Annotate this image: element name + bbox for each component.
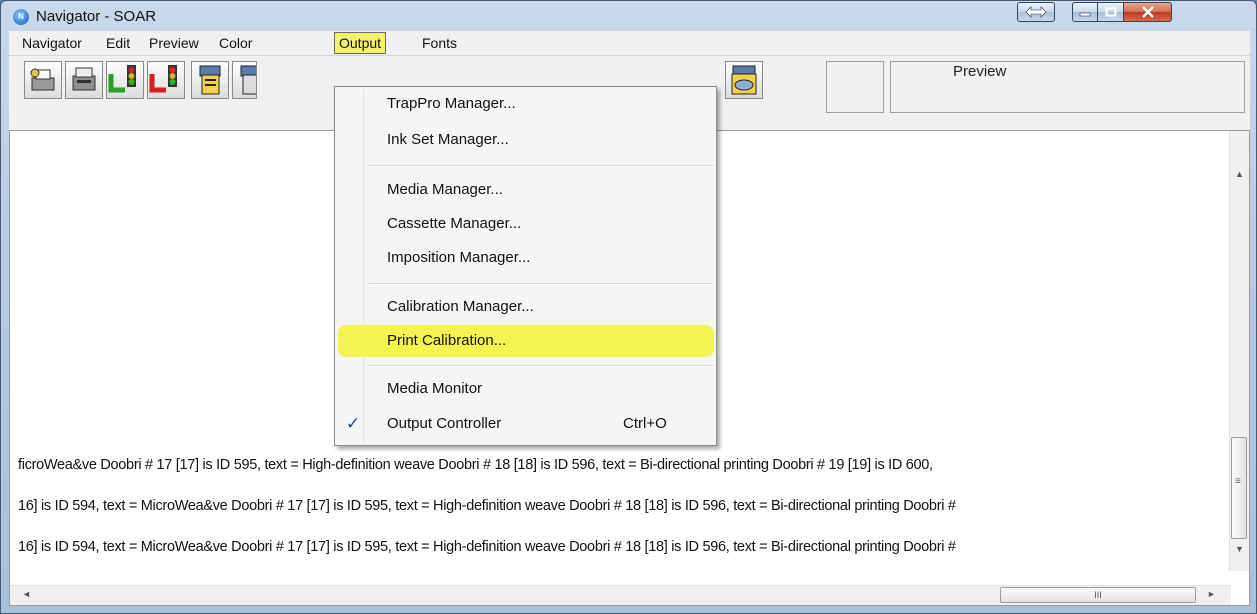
scroll-left-arrow-icon[interactable]: ◄ (22, 589, 31, 599)
menu-preview[interactable]: Preview (146, 34, 202, 52)
maximize-button[interactable] (1098, 2, 1124, 22)
menu-edit[interactable]: Edit (103, 34, 133, 52)
log-line: 16] is ID 594, text = MicroWea&ve Doobri… (18, 539, 956, 555)
app-icon[interactable]: N (13, 9, 29, 25)
scroll-down-arrow-icon[interactable]: ▼ (1235, 544, 1244, 554)
toolbar-button-4[interactable] (147, 61, 185, 99)
traffic-light-green-icon (108, 65, 136, 93)
menu-separator (369, 283, 714, 285)
menu-navigator[interactable]: Navigator (19, 34, 85, 52)
document-icon (240, 65, 256, 95)
menu-item-media-monitor[interactable]: Media Monitor (387, 380, 482, 397)
log-line: ficroWea&ve Doobri # 17 [17] is ID 595, … (18, 457, 933, 473)
menu-bar: Navigator Edit Preview Color Output Font… (9, 31, 1250, 56)
menu-item-imposition-manager[interactable]: Imposition Manager... (387, 249, 530, 266)
menu-fonts[interactable]: Fonts (419, 34, 460, 52)
vertical-scroll-thumb[interactable]: ≡ (1231, 437, 1247, 539)
resize-button[interactable] (1017, 2, 1055, 22)
menu-item-output-controller[interactable]: Output Controller (387, 415, 501, 432)
maximize-icon (1105, 7, 1116, 17)
menu-item-cassette-manager[interactable]: Cassette Manager... (387, 215, 521, 232)
scroll-right-arrow-icon[interactable]: ► (1207, 589, 1216, 599)
menu-item-media-manager[interactable]: Media Manager... (387, 181, 503, 198)
menu-color[interactable]: Color (216, 34, 255, 52)
toolbar-button-6[interactable] (232, 61, 257, 99)
menu-separator (369, 365, 714, 367)
preview-label: Preview (953, 63, 1007, 80)
menu-separator (369, 165, 714, 167)
minimize-icon (1079, 12, 1091, 17)
grip-icon: ≡ (1235, 476, 1241, 487)
toolbar-button-5[interactable] (191, 61, 229, 99)
menu-item-trappro-manager[interactable]: TrapPro Manager... (387, 95, 516, 112)
close-button[interactable] (1124, 2, 1172, 22)
toolbar-button-preview[interactable] (725, 61, 763, 99)
checkmark-icon: ✓ (345, 414, 361, 433)
grip-icon: III (1094, 590, 1102, 600)
log-line: 16] is ID 594, text = MicroWea&ve Doobri… (18, 498, 956, 514)
horizontal-scroll-thumb[interactable]: III (1000, 587, 1196, 603)
toolbar-button-1[interactable] (24, 61, 62, 99)
document-yellow-icon (199, 65, 221, 95)
preview-panel (890, 61, 1245, 113)
vertical-scrollbar[interactable]: ▲ ≡ ▼ (1229, 131, 1249, 571)
toolbar-button-2[interactable] (65, 61, 103, 99)
menu-item-ink-set-manager[interactable]: Ink Set Manager... (387, 131, 509, 148)
scroll-up-arrow-icon[interactable]: ▲ (1235, 169, 1244, 179)
shortcut-label: Ctrl+O (623, 415, 667, 432)
horizontal-scrollbar[interactable]: ◄ III ► (10, 585, 1231, 605)
output-dropdown-menu: TrapPro Manager... Ink Set Manager... Me… (334, 86, 717, 446)
main-window: N Navigator - SOAR Navigator Edit Previe… (0, 0, 1257, 614)
menu-item-calibration-manager[interactable]: Calibration Manager... (387, 298, 534, 315)
title-bar[interactable]: N Navigator - SOAR (1, 1, 1256, 31)
minimize-button[interactable] (1072, 2, 1098, 22)
printer-icon (72, 67, 96, 91)
traffic-light-red-icon (149, 65, 177, 93)
close-icon (1141, 6, 1154, 18)
toolbar-button-3[interactable] (106, 61, 144, 99)
preview-image-icon (731, 65, 757, 95)
double-arrow-icon (1025, 6, 1047, 18)
menu-item-print-calibration[interactable]: Print Calibration... (387, 332, 506, 349)
printer-connect-icon (30, 68, 55, 91)
menu-output[interactable]: Output (334, 32, 387, 54)
toolbar-empty-panel (826, 61, 884, 113)
window-title: Navigator - SOAR (36, 8, 157, 25)
menu-gutter (363, 89, 364, 443)
